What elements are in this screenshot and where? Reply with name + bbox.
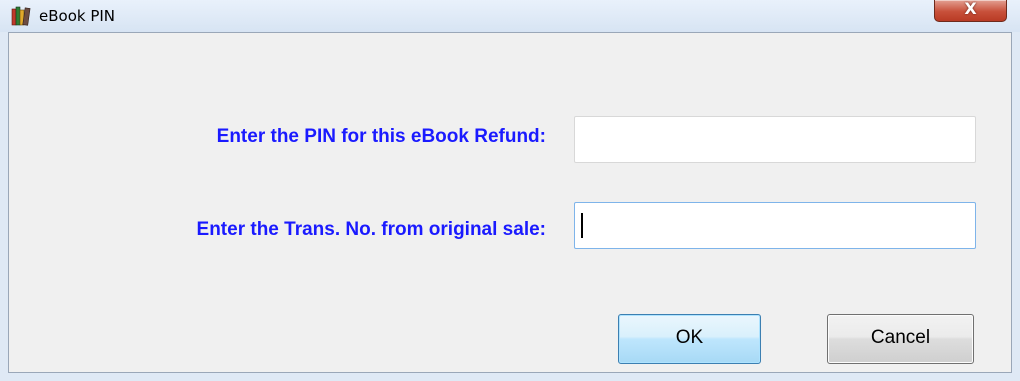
- close-icon: X: [964, 0, 977, 18]
- close-button[interactable]: X: [934, 0, 1007, 22]
- cancel-button[interactable]: Cancel: [827, 314, 974, 364]
- text-caret: [581, 213, 583, 238]
- pin-input[interactable]: [574, 116, 976, 163]
- trans-no-input[interactable]: [574, 202, 976, 249]
- window-title: eBook PIN: [39, 7, 116, 25]
- dialog-body: Enter the PIN for this eBook Refund: Ent…: [8, 32, 1012, 373]
- pin-label: Enter the PIN for this eBook Refund:: [216, 126, 546, 147]
- ebook-pin-dialog: eBook PIN X Enter the PIN for this eBook…: [0, 0, 1020, 381]
- books-icon: [11, 6, 31, 26]
- title-bar[interactable]: eBook PIN X: [0, 0, 1020, 32]
- trans-no-label: Enter the Trans. No. from original sale:: [196, 219, 546, 240]
- ok-button[interactable]: OK: [618, 314, 761, 364]
